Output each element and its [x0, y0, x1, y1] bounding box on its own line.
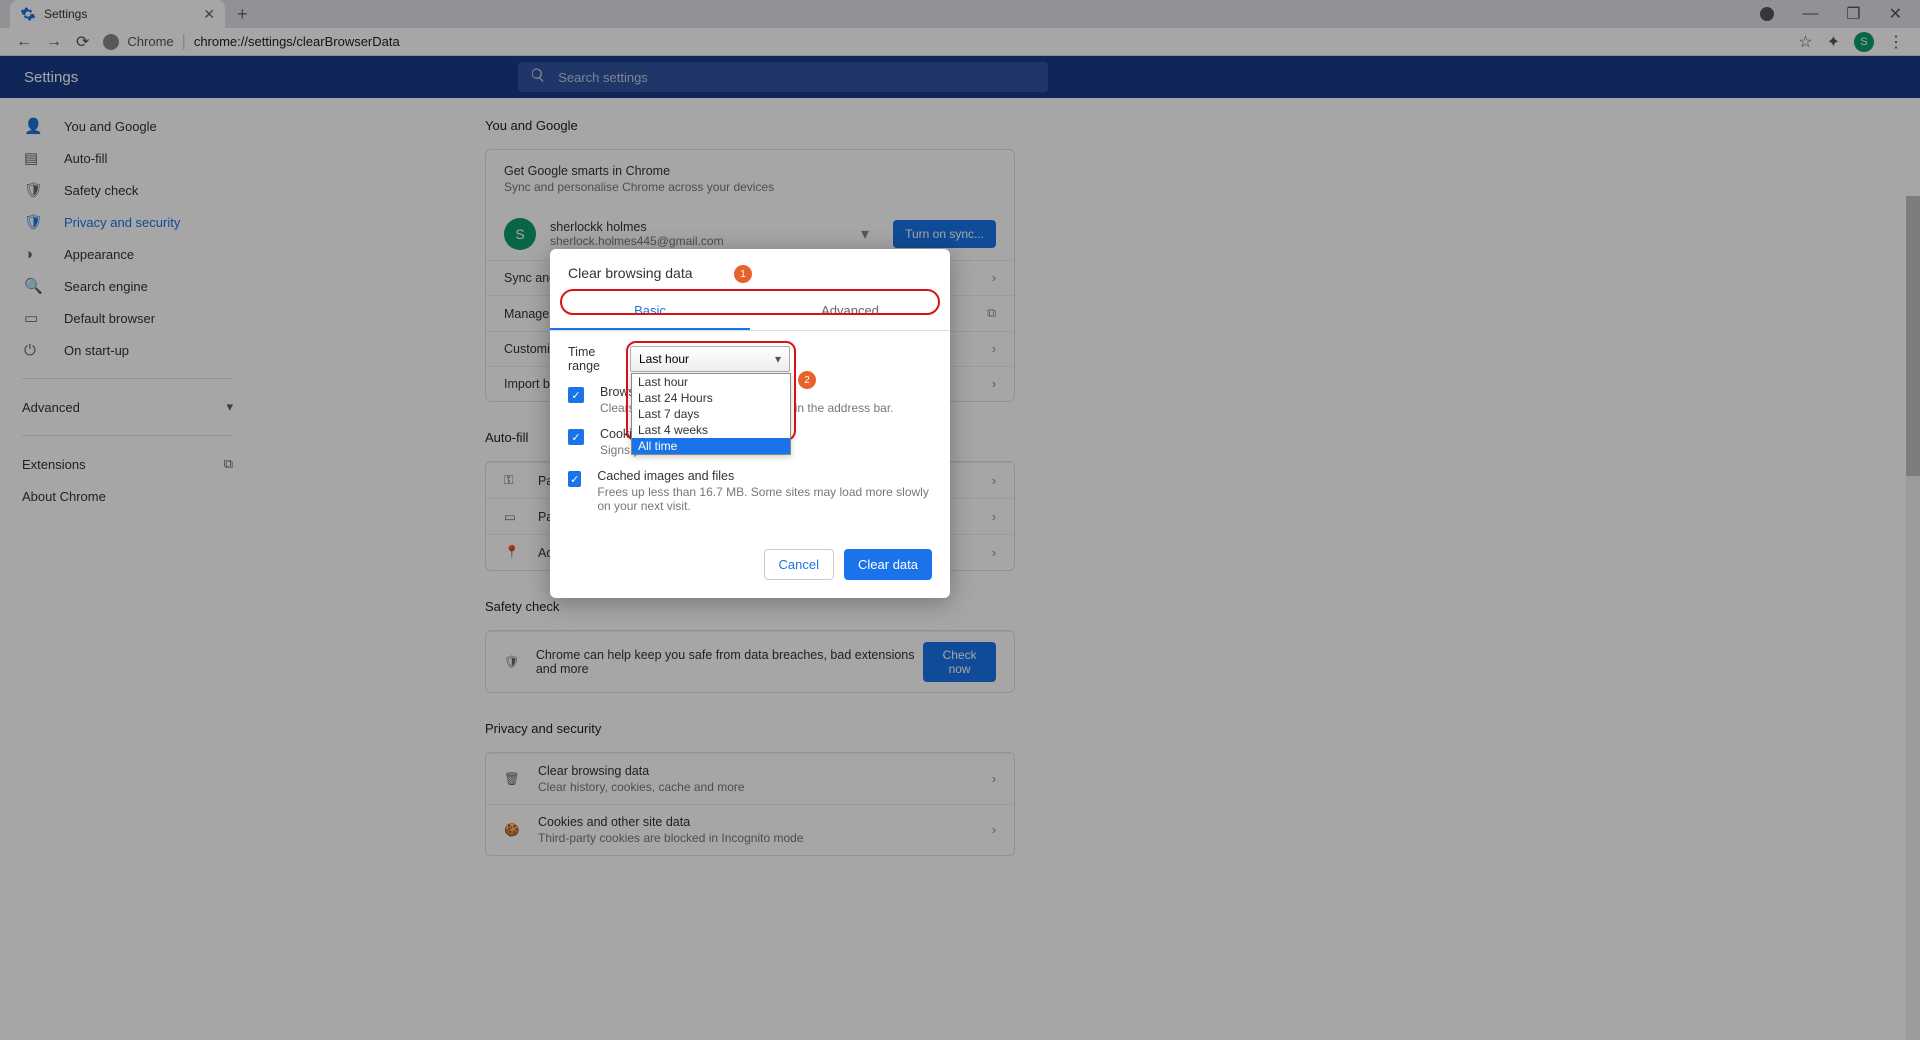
checkbox-icon[interactable]: ✓ — [568, 387, 584, 403]
tab-advanced[interactable]: Advanced — [750, 293, 950, 330]
dropdown-option-last-hour[interactable]: Last hour — [632, 374, 790, 390]
time-range-select[interactable]: Last hour Last hour Last 24 Hours Last 7… — [630, 346, 790, 372]
cancel-button[interactable]: Cancel — [764, 549, 834, 580]
dialog-tabs: Basic Advanced — [550, 293, 950, 331]
time-range-dropdown: Last hour Last 24 Hours Last 7 days Last… — [631, 373, 791, 455]
time-range-value: Last hour — [639, 352, 689, 366]
clear-browsing-data-dialog: Clear browsing data 1 Basic Advanced Tim… — [550, 249, 950, 598]
checkbox-icon[interactable]: ✓ — [568, 471, 581, 487]
dropdown-option-last-7-days[interactable]: Last 7 days — [632, 406, 790, 422]
time-range-row: Time range Last hour Last hour Last 24 H… — [568, 345, 932, 373]
modal-overlay — [0, 0, 1920, 1040]
dropdown-option-last-24-hours[interactable]: Last 24 Hours — [632, 390, 790, 406]
check-title: Cached images and files — [597, 469, 932, 483]
annotation-badge-1: 1 — [734, 265, 752, 283]
check-cached[interactable]: ✓ Cached images and files Frees up less … — [568, 469, 932, 513]
annotation-badge-2: 2 — [798, 371, 816, 389]
check-subtitle: Frees up less than 16.7 MB. Some sites m… — [597, 485, 932, 513]
tab-basic[interactable]: Basic — [550, 293, 750, 330]
dropdown-option-last-4-weeks[interactable]: Last 4 weeks — [632, 422, 790, 438]
time-range-label: Time range — [568, 345, 630, 373]
checkbox-icon[interactable]: ✓ — [568, 429, 584, 445]
clear-data-button[interactable]: Clear data — [844, 549, 932, 580]
dropdown-option-all-time[interactable]: All time — [632, 438, 790, 454]
dialog-actions: Cancel Clear data — [550, 535, 950, 598]
